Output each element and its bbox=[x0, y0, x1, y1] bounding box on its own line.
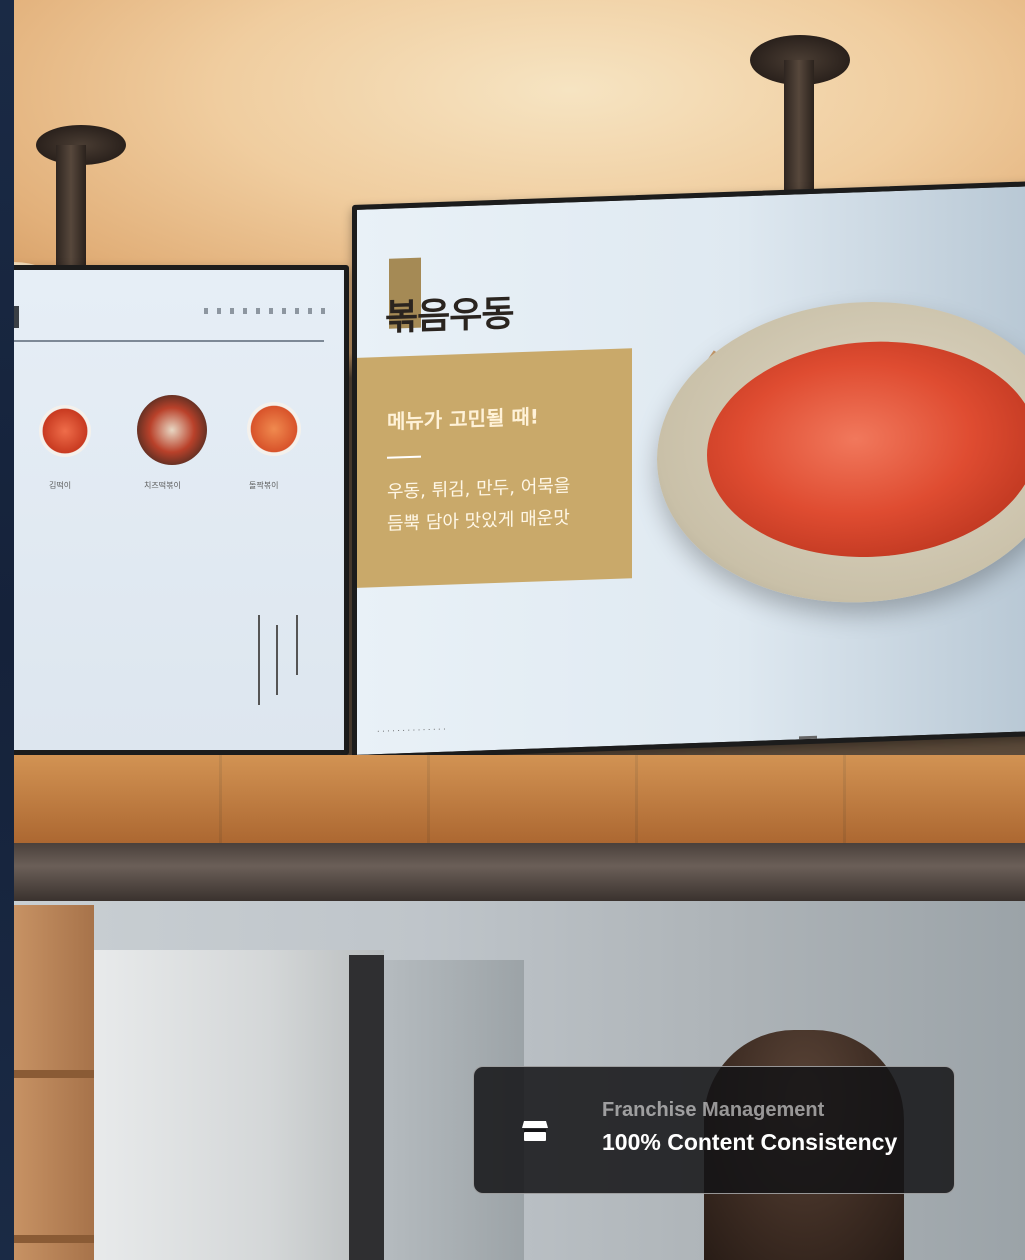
menu-board-left-screen: 김떡이 치즈떡볶이 돌짝볶이 bbox=[14, 270, 344, 750]
vertical-brand-logo bbox=[254, 615, 314, 705]
left-frame-strip bbox=[0, 0, 14, 1260]
promo-panel bbox=[357, 348, 632, 588]
shelf-board bbox=[14, 1235, 94, 1243]
badge-subtitle: Franchise Management bbox=[602, 1099, 825, 1121]
footnote: · · · · · · · · · · · · · · bbox=[377, 724, 446, 737]
menu-board-right: 볶음우동 메뉴가 고민될 때! 우동, 튀김, 만두, 어묵을 듬뿍 담아 맛있… bbox=[352, 180, 1025, 760]
promo-description: 우동, 튀김, 만두, 어묵을 듬뿍 담아 맛있게 매운맛 bbox=[387, 470, 570, 540]
menu-item-label: 돌짝볶이 bbox=[249, 481, 279, 490]
menu-board-left: 김떡이 치즈떡볶이 돌짝볶이 bbox=[14, 265, 349, 755]
mount-pole bbox=[56, 145, 86, 285]
menu-item-image bbox=[247, 402, 301, 456]
wood-fascia-tone bbox=[14, 755, 1025, 843]
tv-indicator bbox=[799, 735, 817, 740]
menu-item-image bbox=[137, 395, 207, 465]
brand-stroke bbox=[276, 625, 278, 695]
menu-heading-fragment bbox=[14, 306, 19, 328]
divider bbox=[14, 340, 324, 342]
refrigerator-side bbox=[349, 955, 384, 1260]
badge-title: 100% Content Consistency bbox=[602, 1129, 898, 1155]
storefront-icon bbox=[520, 1115, 550, 1145]
refrigerator bbox=[94, 950, 384, 1260]
menu-item-label: 치즈떡볶이 bbox=[144, 481, 181, 490]
menu-board-right-screen: 볶음우동 메뉴가 고민될 때! 우동, 튀김, 만두, 어묵을 듬뿍 담아 맛있… bbox=[357, 185, 1025, 755]
promo-headline: 메뉴가 고민될 때! bbox=[387, 404, 539, 434]
brand-wordmark bbox=[204, 308, 334, 314]
wooden-shelf bbox=[14, 905, 94, 1260]
counter-beam bbox=[14, 843, 1025, 901]
brand-stroke bbox=[258, 615, 260, 705]
menu-item-label: 김떡이 bbox=[49, 481, 72, 490]
promo-line: 듬뿍 담아 맛있게 매운맛 bbox=[387, 507, 570, 535]
feature-badge: Franchise Management 100% Content Consis… bbox=[473, 1066, 955, 1194]
menu-item-image bbox=[39, 405, 91, 457]
menu-title: 볶음우동 bbox=[385, 293, 514, 339]
brand-stroke bbox=[296, 615, 298, 675]
shelf-board bbox=[14, 1070, 94, 1078]
